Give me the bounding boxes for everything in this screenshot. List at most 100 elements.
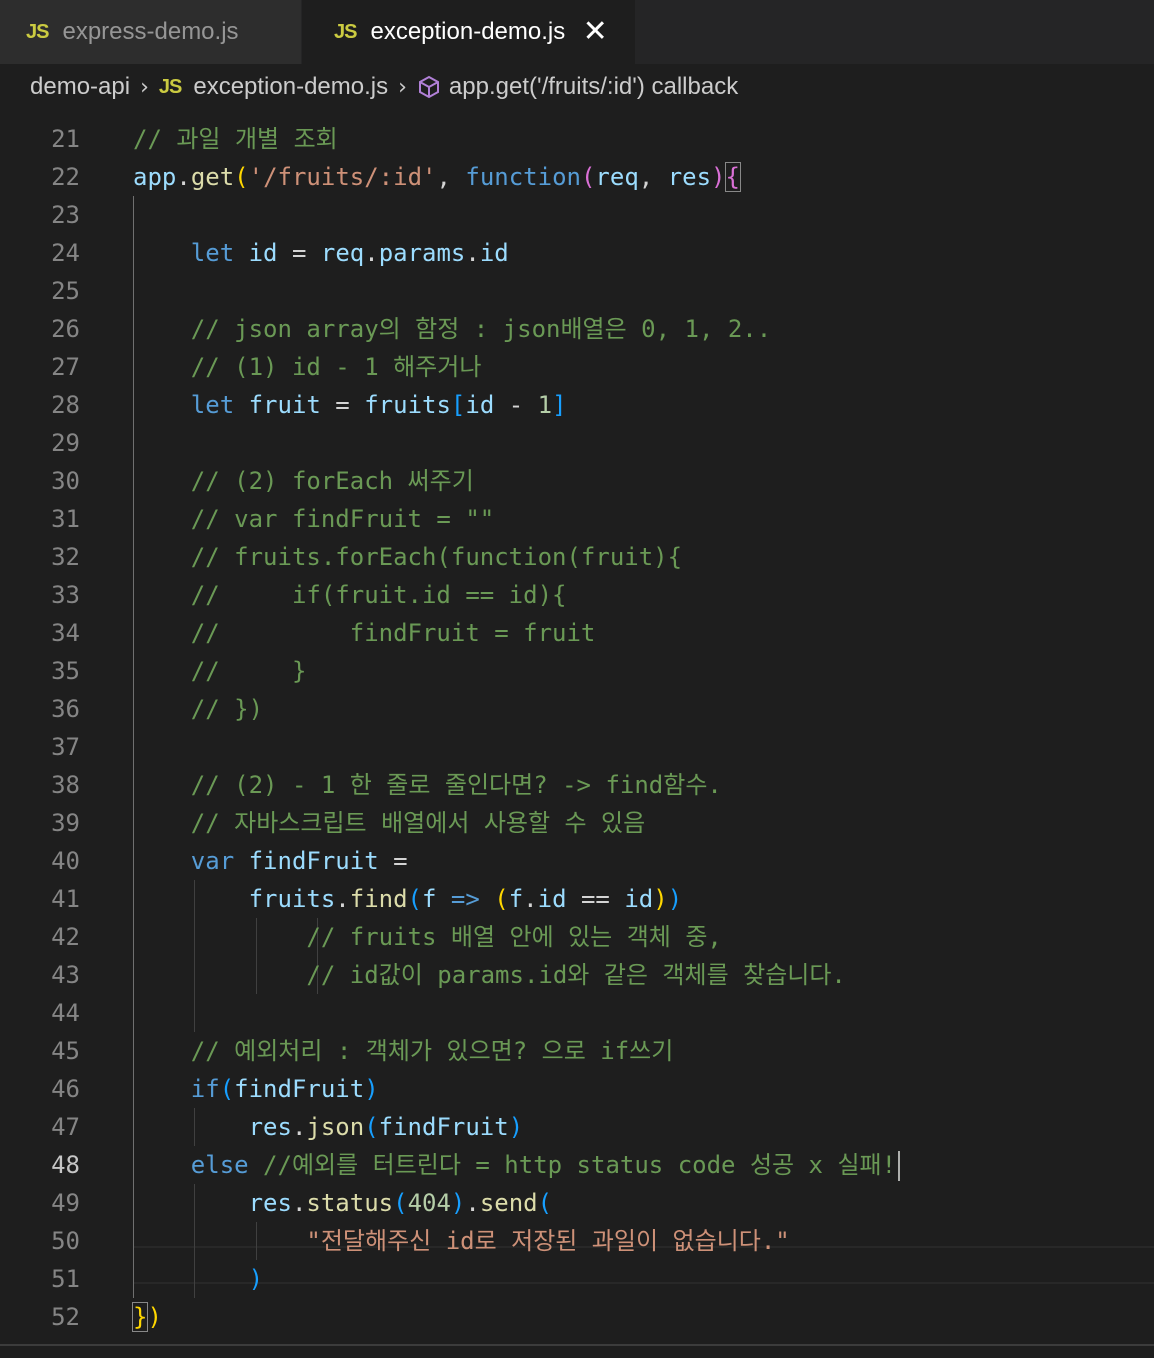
- code-line[interactable]: 31 // var findFruit = "": [0, 500, 1154, 538]
- code-line[interactable]: 33 // if(fruit.id == id){: [0, 576, 1154, 614]
- code-text: // (2) - 1 한 줄로 줄인다면? -> find함수.: [190, 771, 722, 799]
- code-line[interactable]: 44: [0, 994, 1154, 1032]
- method-cube-icon: [417, 75, 441, 99]
- line-number: 22: [51, 163, 80, 191]
- code-line[interactable]: 27 // (1) id - 1 해주거나: [0, 348, 1154, 386]
- line-number: 52: [51, 1303, 80, 1331]
- code-text: ): [248, 1265, 264, 1293]
- js-file-icon: JS: [158, 75, 182, 98]
- code-line[interactable]: 32 // fruits.forEach(function(fruit){: [0, 538, 1154, 576]
- code-text: // 과일 개별 조회: [133, 125, 338, 153]
- line-number: 21: [51, 125, 80, 153]
- line-number: 37: [51, 733, 80, 761]
- code-text: }): [131, 1302, 162, 1332]
- line-number: 41: [51, 885, 80, 913]
- code-line[interactable]: 35 // }: [0, 652, 1154, 690]
- breadcrumb-symbol[interactable]: app.get('/fruits/:id') callback: [449, 73, 738, 101]
- code-line[interactable]: 51 ): [0, 1260, 1154, 1298]
- line-number: 30: [51, 467, 80, 495]
- close-icon[interactable]: ✕: [583, 17, 608, 47]
- code-text: else //예외를 터트린다 = http status code 성공 x …: [133, 1146, 901, 1184]
- breadcrumb-file[interactable]: exception-demo.js: [193, 73, 388, 101]
- code-line[interactable]: 38 // (2) - 1 한 줄로 줄인다면? -> find함수.: [0, 766, 1154, 804]
- code-line[interactable]: 52}): [0, 1298, 1154, 1336]
- line-number: 29: [51, 429, 80, 457]
- code-line[interactable]: 24 let id = req.params.id: [0, 234, 1154, 272]
- code-line[interactable]: 41 fruits.find(f => (f.id == id)): [0, 880, 1154, 918]
- js-file-icon: JS: [334, 20, 357, 43]
- code-line[interactable]: 29: [0, 424, 1154, 462]
- code-text: // id값이 params.id와 같은 객체를 찾습니다.: [306, 961, 846, 989]
- line-number: 45: [51, 1037, 80, 1065]
- code-text: res.json(findFruit): [248, 1113, 524, 1141]
- code-line[interactable]: 30 // (2) forEach 써주기: [0, 462, 1154, 500]
- line-number: 34: [51, 619, 80, 647]
- line-number: 51: [51, 1265, 80, 1293]
- code-text: // fruits 배열 안에 있는 객체 중,: [306, 923, 722, 951]
- code-line[interactable]: 42 // fruits 배열 안에 있는 객체 중,: [0, 918, 1154, 956]
- line-number: 32: [51, 543, 80, 571]
- line-number: 47: [51, 1113, 80, 1141]
- js-file-icon: JS: [26, 20, 49, 43]
- code-line[interactable]: 46 if(findFruit): [0, 1070, 1154, 1108]
- line-number: 35: [51, 657, 80, 685]
- code-text: // }: [190, 657, 307, 685]
- line-number: 39: [51, 809, 80, 837]
- line-number: 25: [51, 277, 80, 305]
- breadcrumb-folder[interactable]: demo-api: [30, 73, 130, 101]
- code-text: // }): [190, 695, 264, 723]
- line-number: 36: [51, 695, 80, 723]
- line-number: 24: [51, 239, 80, 267]
- code-line[interactable]: 43 // id값이 params.id와 같은 객체를 찾습니다.: [0, 956, 1154, 994]
- code-text: app.get('/fruits/:id', function(req, res…: [133, 162, 741, 192]
- line-number: 48: [51, 1151, 80, 1179]
- line-number: 28: [51, 391, 80, 419]
- line-number: 44: [51, 999, 80, 1027]
- line-number: 26: [51, 315, 80, 343]
- code-text: res.status(404).send(: [248, 1189, 553, 1217]
- code-editor[interactable]: 21 // 과일 개별 조회 22 app.get('/fruits/:id', fu…: [0, 100, 1154, 1344]
- code-line[interactable]: 36 // }): [0, 690, 1154, 728]
- code-line[interactable]: 39 // 자바스크립트 배열에서 사용할 수 있음: [0, 804, 1154, 842]
- line-number: 23: [51, 201, 80, 229]
- code-line[interactable]: 23: [0, 196, 1154, 234]
- code-text: "전달해주신 id로 저장된 과일이 없습니다.": [306, 1227, 790, 1255]
- tab-label: express-demo.js: [62, 18, 239, 45]
- bottom-border: [0, 1344, 1154, 1358]
- code-text: var findFruit =: [190, 847, 408, 875]
- line-number: 40: [51, 847, 80, 875]
- code-text: // var findFruit = "": [190, 505, 495, 533]
- code-line[interactable]: 28 let fruit = fruits[id - 1]: [0, 386, 1154, 424]
- text-cursor: [898, 1151, 901, 1181]
- chevron-right-icon: ›: [140, 74, 149, 100]
- code-line[interactable]: 25: [0, 272, 1154, 310]
- code-text: // 예외처리 : 객체가 있으면? 으로 if쓰기: [190, 1037, 674, 1065]
- line-number: 43: [51, 961, 80, 989]
- chevron-right-icon: ›: [398, 74, 407, 100]
- line-number: 46: [51, 1075, 80, 1103]
- code-text: if(findFruit): [190, 1075, 379, 1103]
- code-line[interactable]: 45 // 예외처리 : 객체가 있으면? 으로 if쓰기: [0, 1032, 1154, 1070]
- code-line[interactable]: 22 app.get('/fruits/:id', function(req, r…: [0, 158, 1154, 196]
- tab-bar: JS express-demo.js JS exception-demo.js …: [0, 0, 1154, 64]
- editor-window: JS express-demo.js JS exception-demo.js …: [0, 0, 1154, 1358]
- line-number: 49: [51, 1189, 80, 1217]
- code-text: // (1) id - 1 해주거나: [190, 353, 482, 381]
- code-text: // 자바스크립트 배열에서 사용할 수 있음: [190, 809, 646, 837]
- code-line[interactable]: 26 // json array의 함정 : json배열은 0, 1, 2..: [0, 310, 1154, 348]
- code-line[interactable]: 50 "전달해주신 id로 저장된 과일이 없습니다.": [0, 1222, 1154, 1260]
- code-line[interactable]: 47 res.json(findFruit): [0, 1108, 1154, 1146]
- tab-express-demo[interactable]: JS express-demo.js: [0, 0, 302, 64]
- code-text: // json array의 함정 : json배열은 0, 1, 2..: [190, 315, 772, 343]
- tab-exception-demo[interactable]: JS exception-demo.js ✕: [302, 0, 636, 64]
- code-line[interactable]: 37: [0, 728, 1154, 766]
- tab-label: exception-demo.js: [370, 18, 566, 45]
- code-line[interactable]: 21 // 과일 개별 조회: [0, 120, 1154, 158]
- code-text: // (2) forEach 써주기: [190, 467, 474, 495]
- code-line[interactable]: 40 var findFruit =: [0, 842, 1154, 880]
- code-text: let fruit = fruits[id - 1]: [190, 391, 567, 419]
- line-number: 38: [51, 771, 80, 799]
- code-line[interactable]: 49 res.status(404).send(: [0, 1184, 1154, 1222]
- code-line[interactable]: 48 else //예외를 터트린다 = http status code 성공…: [0, 1146, 1154, 1184]
- code-line[interactable]: 34 // findFruit = fruit: [0, 614, 1154, 652]
